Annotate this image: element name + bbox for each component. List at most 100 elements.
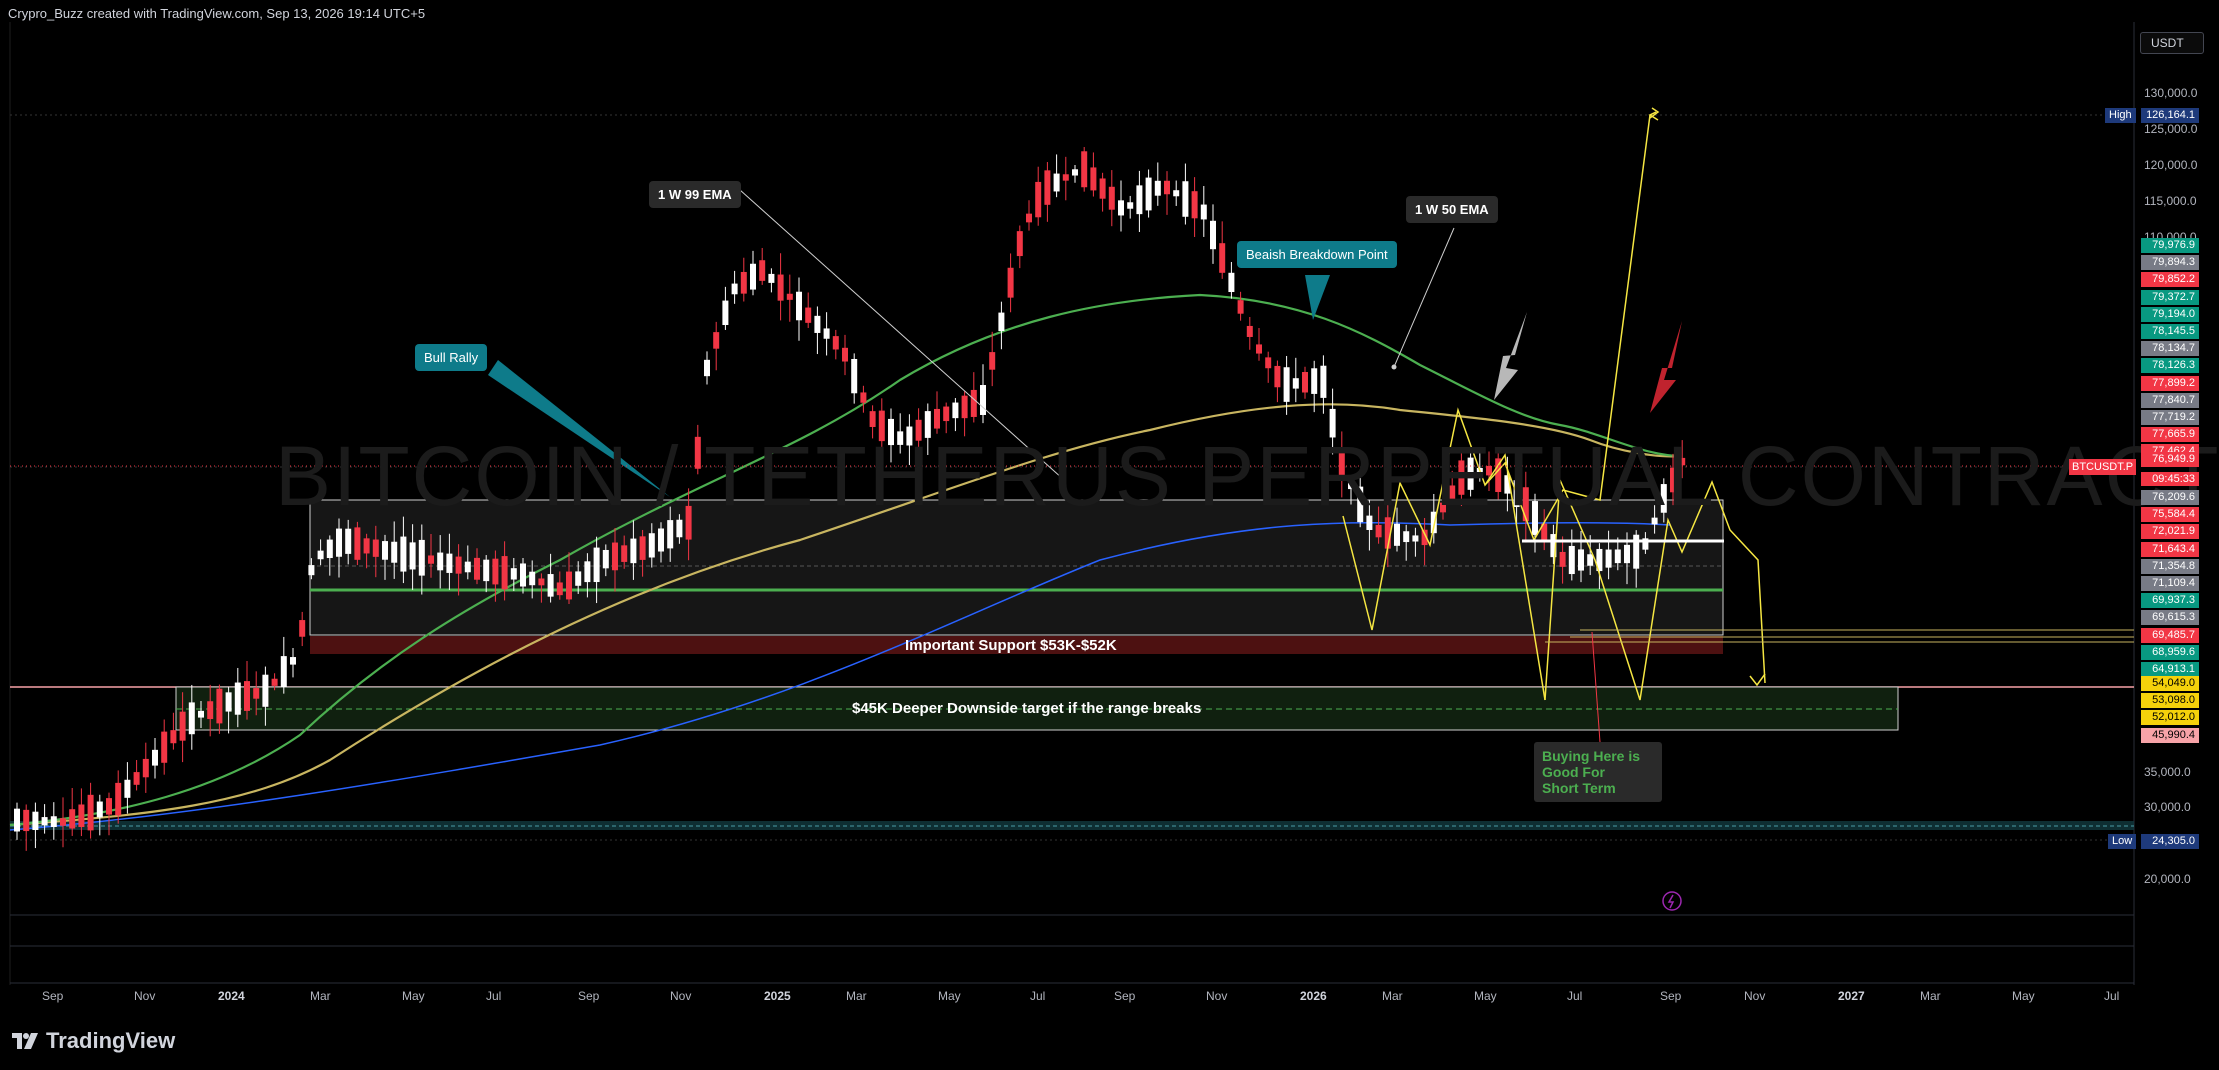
candle-body xyxy=(262,674,269,707)
candle-body xyxy=(759,260,766,281)
price-axis-label: 130,000.0 xyxy=(2144,86,2198,100)
candle-body xyxy=(796,291,802,321)
candle-body xyxy=(1559,551,1566,567)
candle-body xyxy=(1311,368,1318,394)
candle-body xyxy=(446,553,453,573)
price-tag: 69,615.3 xyxy=(2141,610,2199,626)
price-axis-label: 120,000.0 xyxy=(2144,158,2198,172)
time-axis-label: Nov xyxy=(1744,989,1766,1003)
candle-body xyxy=(1412,535,1419,542)
time-axis-label: 2027 xyxy=(1838,989,1865,1003)
candle-body xyxy=(152,749,158,766)
candle-body xyxy=(713,332,720,349)
price-tag: 77,899.2 xyxy=(2141,375,2199,391)
candle-body xyxy=(170,730,177,744)
candle-body xyxy=(280,656,287,688)
candle-body xyxy=(1210,220,1216,250)
candle-body xyxy=(860,392,867,403)
price-tag: 54,049.0 xyxy=(2141,676,2199,691)
chart-watermark: BITCOIN / TETHERUS PERPETUAL CONTRACT xyxy=(275,429,2219,523)
low-label-tag: Low xyxy=(2108,834,2137,849)
candle-body xyxy=(814,315,821,333)
candle-body xyxy=(492,558,499,585)
candle-body xyxy=(961,395,968,419)
candle-body xyxy=(60,818,66,826)
time-axis-label: Sep xyxy=(42,989,64,1003)
candle-body xyxy=(1394,523,1400,546)
candle-body xyxy=(1283,367,1290,402)
low-value-tag: 24,305.0 xyxy=(2141,834,2199,849)
candle-body xyxy=(1154,180,1161,196)
candle-body xyxy=(1219,243,1226,273)
candle-body xyxy=(418,539,425,576)
candle-body xyxy=(1302,372,1308,393)
candle-body xyxy=(1605,549,1612,568)
price-tag: 69,937.3 xyxy=(2141,593,2199,609)
candle-body xyxy=(308,565,315,576)
time-axis-label: Jul xyxy=(1030,989,1046,1003)
candle-body xyxy=(363,538,370,554)
candle-body xyxy=(1173,190,1180,197)
candle-body xyxy=(1136,185,1143,215)
candle-body xyxy=(538,578,545,586)
price-tag: 79,372.7 xyxy=(2141,289,2199,305)
candle-body xyxy=(998,312,1005,332)
price-tag: 76,949.9 xyxy=(2141,452,2199,467)
time-axis-label: Jul xyxy=(2104,989,2120,1003)
candle-body xyxy=(501,556,508,590)
candle-body xyxy=(1053,173,1060,192)
candle-body xyxy=(428,555,434,564)
candle-body xyxy=(1090,167,1097,191)
high-label-tag: High xyxy=(2105,108,2136,123)
lightning-icon[interactable] xyxy=(1662,891,1682,911)
candle-body xyxy=(584,561,591,583)
candle-body xyxy=(869,411,876,427)
candle-body xyxy=(786,293,793,300)
price-tag: 68,959.6 xyxy=(2141,644,2199,660)
red-arrow-icon xyxy=(1650,321,1682,413)
candle-body xyxy=(777,274,784,301)
candle-body xyxy=(87,794,94,831)
bull-rally-label: Bull Rally xyxy=(415,344,488,371)
candle-body xyxy=(1320,365,1327,398)
candle-body xyxy=(1108,186,1115,210)
candle-body xyxy=(253,688,260,699)
price-tag: 77,665.9 xyxy=(2141,427,2199,443)
candle-body xyxy=(621,545,628,562)
candle-body xyxy=(1237,300,1244,314)
candle-body xyxy=(474,557,480,580)
currency-button[interactable]: USDT xyxy=(2140,32,2204,54)
price-tag: 77,840.7 xyxy=(2141,392,2199,408)
candle-body xyxy=(225,692,232,712)
candle-body xyxy=(575,571,582,586)
candle-body xyxy=(1403,531,1410,543)
candle-body xyxy=(658,528,664,552)
candle-body xyxy=(823,328,830,339)
tradingview-logo[interactable]: TradingView xyxy=(12,1028,175,1054)
candle-body xyxy=(1578,549,1584,571)
candle-body xyxy=(602,549,609,569)
symbol-tag: BTCUSDT.P xyxy=(2069,459,2137,475)
candle-body xyxy=(207,701,214,720)
time-axis-label: Mar xyxy=(846,989,867,1003)
time-axis-label: Nov xyxy=(134,989,156,1003)
candle-body xyxy=(142,758,149,778)
candle-body xyxy=(1026,213,1032,223)
countdown-tag: 09:45:33 xyxy=(2141,472,2199,486)
candle-body xyxy=(970,389,977,417)
candle-body xyxy=(740,271,747,294)
time-axis-label: May xyxy=(402,989,425,1003)
candle-body xyxy=(336,528,342,557)
bearish-breakdown-label: Beaish Breakdown Point xyxy=(1237,241,1397,268)
candle-body xyxy=(32,811,39,831)
chart-header: Crypro_Buzz created with TradingView.com… xyxy=(8,6,426,21)
time-axis-label: Mar xyxy=(1382,989,1403,1003)
candle-body xyxy=(1568,545,1575,575)
candle-body xyxy=(1127,202,1134,209)
price-tag: 79,852.2 xyxy=(2141,272,2199,288)
ema50-label: 1 W 50 EMA xyxy=(1406,196,1498,223)
candle-body xyxy=(299,620,306,637)
footer xyxy=(0,1020,2219,1070)
candle-body xyxy=(750,263,756,290)
price-axis-label: 35,000.0 xyxy=(2144,765,2191,779)
